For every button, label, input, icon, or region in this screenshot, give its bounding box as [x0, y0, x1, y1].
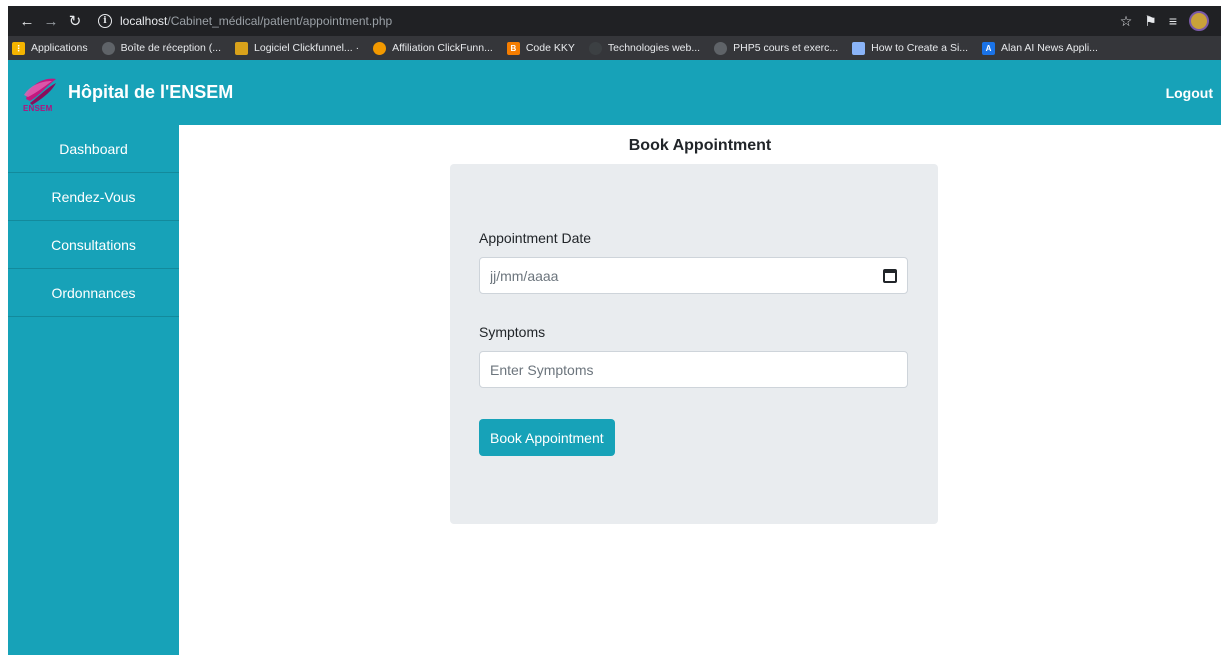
- address-bar[interactable]: i localhost/Cabinet_médical/patient/appo…: [98, 14, 1120, 28]
- symptoms-input-wrap[interactable]: [479, 351, 908, 388]
- symptoms-input[interactable]: [490, 361, 897, 378]
- sidebar: Dashboard Rendez-Vous Consultations Ordo…: [8, 125, 179, 655]
- app-content: Dashboard Rendez-Vous Consultations Ordo…: [8, 125, 1221, 655]
- calendar-icon[interactable]: [883, 268, 897, 283]
- blogger-icon: B: [506, 41, 520, 55]
- alan-ai-icon: A: [982, 41, 996, 55]
- appointment-date-label: Appointment Date: [479, 230, 592, 246]
- bookmark-technologies-web[interactable]: Technologies web...: [588, 41, 701, 55]
- browser-toolbar: ← → ↻ i localhost/Cabinet_médical/patien…: [8, 6, 1221, 36]
- back-arrow-icon[interactable]: ←: [16, 10, 38, 32]
- sidebar-item-ordonnances[interactable]: Ordonnances: [8, 269, 179, 317]
- forward-arrow-icon[interactable]: →: [40, 10, 62, 32]
- bookmark-label: Applications: [31, 42, 88, 54]
- page-title: Book Appointment: [628, 137, 772, 154]
- sidebar-item-consultations[interactable]: Consultations: [8, 221, 179, 269]
- bookmark-inbox[interactable]: Boîte de réception (...: [101, 41, 222, 55]
- profile-avatar-icon[interactable]: [1189, 11, 1209, 31]
- bookmark-applications[interactable]: ⋮ Applications: [12, 41, 88, 55]
- hand-icon: [852, 41, 866, 55]
- logout-link[interactable]: Logout: [1166, 85, 1213, 101]
- bookmark-affiliation[interactable]: Affiliation ClickFunn...: [373, 41, 493, 55]
- extensions-puzzle-icon[interactable]: ⚑: [1144, 13, 1157, 30]
- reload-icon[interactable]: ↻: [64, 10, 86, 32]
- hospital-name: Hôpital de l'ENSEM: [68, 82, 234, 102]
- appointment-date-field[interactable]: [490, 267, 883, 284]
- bookmark-label: Logiciel Clickfunnel... ·: [254, 42, 360, 54]
- bookmark-label: PHP5 cours et exerc...: [733, 42, 839, 54]
- bookmark-label: Technologies web...: [607, 42, 701, 54]
- sidebar-item-dashboard[interactable]: Dashboard: [8, 125, 179, 173]
- bookmark-how-to-create[interactable]: How to Create a Si...: [852, 41, 969, 55]
- appointment-date-input[interactable]: [479, 257, 908, 294]
- bookmark-code-kky[interactable]: B Code KKY: [506, 41, 575, 55]
- bookmark-pin-icon: [588, 41, 602, 55]
- apps-grid-icon: ⋮: [12, 41, 25, 55]
- bookmark-label: Alan AI News Appli...: [1001, 42, 1098, 54]
- clickfunnels-icon: [235, 41, 249, 55]
- bookmark-label: Affiliation ClickFunn...: [392, 42, 493, 54]
- book-appointment-button[interactable]: Book Appointment: [479, 419, 615, 456]
- bookmark-alan-ai[interactable]: A Alan AI News Appli...: [982, 41, 1098, 55]
- bookmark-clickfunnels[interactable]: Logiciel Clickfunnel... ·: [235, 41, 360, 55]
- shield-icon: [373, 41, 387, 55]
- appointment-form-card: Appointment Date Symptoms Book Appointme…: [450, 164, 938, 524]
- globe-icon: [101, 41, 115, 55]
- ensem-logo-icon: ENSEM: [20, 73, 60, 113]
- info-icon[interactable]: i: [98, 14, 112, 28]
- app-header: ENSEM Hôpital de l'ENSEM Logout: [8, 60, 1221, 125]
- main-panel: Book Appointment Appointment Date Sympto…: [179, 125, 1221, 655]
- bookmark-php5[interactable]: PHP5 cours et exerc...: [714, 41, 839, 55]
- sidebar-item-rendez-vous[interactable]: Rendez-Vous: [8, 173, 179, 221]
- globe-icon: [714, 41, 728, 55]
- bookmark-label: How to Create a Si...: [871, 42, 969, 54]
- browser-window: ← → ↻ i localhost/Cabinet_médical/patien…: [8, 6, 1221, 661]
- brand: ENSEM Hôpital de l'ENSEM: [20, 73, 233, 113]
- bookmarks-bar: ⋮ Applications Boîte de réception (... L…: [8, 36, 1221, 60]
- star-icon[interactable]: ☆: [1120, 13, 1133, 30]
- symptoms-label: Symptoms: [479, 324, 546, 340]
- url-host: localhost: [120, 14, 168, 28]
- reading-list-icon[interactable]: ≡: [1169, 13, 1177, 29]
- logo-text: ENSEM: [23, 103, 53, 113]
- url-path: /Cabinet_médical/patient/appointment.php: [167, 14, 393, 28]
- bookmark-label: Boîte de réception (...: [120, 42, 222, 54]
- bookmark-label: Code KKY: [525, 42, 575, 54]
